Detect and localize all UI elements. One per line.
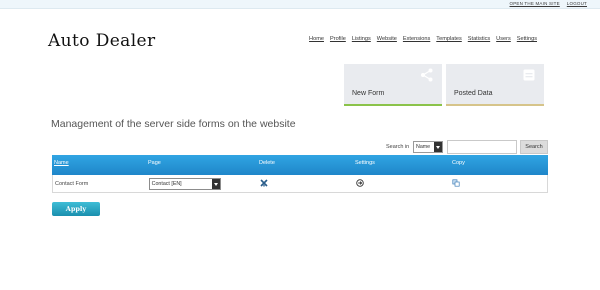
nav-statistics[interactable]: Statistics (468, 36, 490, 42)
form-name-cell: Contact Form (55, 180, 89, 187)
main-nav: Home Profile Listings Website Extensions… (309, 36, 537, 42)
chevron-down-icon (211, 178, 220, 189)
column-header-page: Page (148, 160, 161, 166)
table-header: Name Page Delete Settings Copy (52, 155, 548, 175)
top-utility-bar: OPEN THE MAIN SITE LOGOUT (0, 0, 600, 9)
delete-cell (259, 178, 355, 189)
search-bar: Search in Name Search (0, 140, 600, 154)
page-select-value: Contact [EN] (151, 180, 182, 187)
nav-settings[interactable]: Settings (517, 36, 537, 42)
copy-cell (451, 178, 547, 189)
delete-icon[interactable] (260, 178, 268, 187)
nav-listings[interactable]: Listings (352, 36, 371, 42)
page-title: Management of the server side forms on t… (51, 118, 296, 130)
new-form-label: New Form (352, 90, 385, 97)
open-main-site-link[interactable]: OPEN THE MAIN SITE (510, 1, 560, 6)
nav-templates[interactable]: Templates (436, 36, 462, 42)
site-logo[interactable]: Auto Dealer (48, 31, 156, 51)
column-header-settings: Settings (355, 160, 375, 166)
search-field-select[interactable]: Name (413, 141, 443, 153)
nav-website[interactable]: Website (377, 36, 397, 42)
table-row: Contact Form Contact [EN] (52, 175, 548, 193)
column-header-name[interactable]: Name (52, 155, 148, 175)
chevron-down-icon (434, 142, 442, 152)
column-header-delete: Delete (259, 160, 275, 166)
copy-icon[interactable] (452, 178, 460, 187)
forms-table: Name Page Delete Settings Copy Contact F… (52, 155, 548, 193)
posted-data-label: Posted Data (454, 90, 493, 97)
search-input[interactable] (447, 140, 517, 154)
nav-profile[interactable]: Profile (330, 36, 346, 42)
document-icon (523, 69, 535, 81)
new-form-tile[interactable]: New Form (344, 64, 442, 106)
nav-extensions[interactable]: Extensions (403, 36, 430, 42)
top-links: OPEN THE MAIN SITE LOGOUT (510, 1, 587, 6)
page-select[interactable]: Contact [EN] (148, 177, 221, 190)
page-cell: Contact [EN] (148, 177, 260, 190)
logout-link[interactable]: LOGOUT (567, 1, 587, 6)
column-header-copy: Copy (452, 160, 465, 166)
apply-button[interactable]: Apply (52, 202, 100, 216)
arrow-circle-icon[interactable] (356, 178, 364, 187)
search-field-value: Name (416, 144, 431, 150)
posted-data-tile[interactable]: Posted Data (446, 64, 544, 106)
nav-users[interactable]: Users (496, 36, 511, 42)
nav-home[interactable]: Home (309, 36, 324, 42)
search-in-label: Search in (386, 144, 410, 150)
share-icon (421, 68, 433, 82)
settings-cell (355, 178, 452, 189)
search-button[interactable]: Search (520, 140, 548, 154)
